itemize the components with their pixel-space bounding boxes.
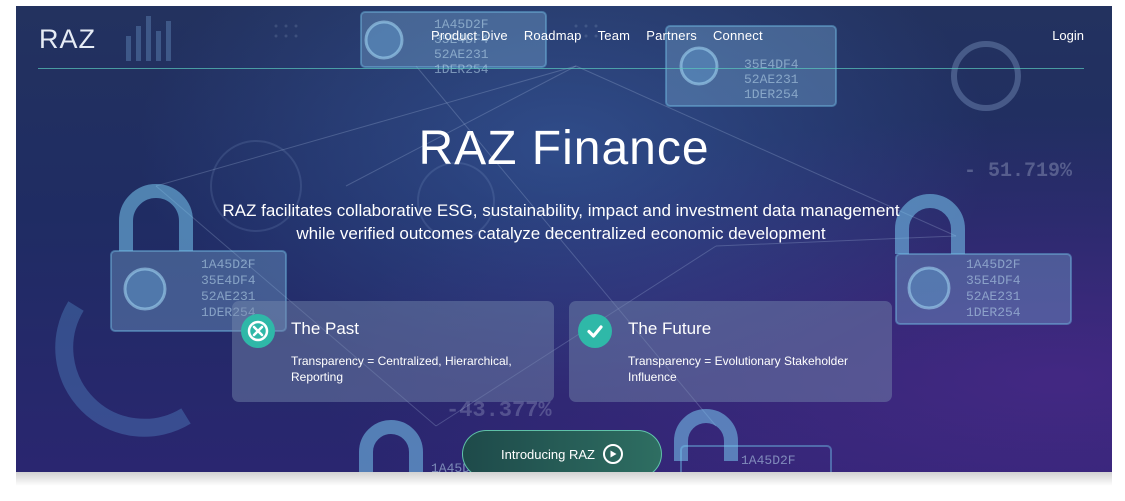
card-text: Transparency = Evolutionary Stakeholder …: [628, 354, 849, 384]
nav-divider: [38, 68, 1084, 69]
svg-text:52AE231: 52AE231: [744, 72, 799, 87]
top-navbar: RAZ Product Dive Roadmap Team Partners C…: [16, 6, 1112, 68]
svg-text:1A45D2F: 1A45D2F: [741, 453, 796, 468]
play-icon: [602, 444, 623, 464]
card-the-future: The Future Transparency = Evolutionary S…: [569, 301, 892, 402]
svg-text:1DER254: 1DER254: [966, 305, 1021, 320]
card-the-past: The Past Transparency = Centralized, Hie…: [232, 301, 554, 402]
banner-shadow: [16, 472, 1112, 486]
card-title: The Past: [291, 319, 360, 338]
x-circle-icon: [241, 314, 275, 348]
svg-text:1A45D2F: 1A45D2F: [201, 257, 256, 272]
card-title: The Future: [628, 319, 712, 338]
nav-link-product-dive[interactable]: Product Dive: [431, 28, 508, 43]
page-title: RAZ Finance: [418, 122, 710, 175]
svg-text:35E4DF4: 35E4DF4: [966, 273, 1021, 288]
nav-link-connect[interactable]: Connect: [713, 28, 763, 43]
svg-text:1A45D2F: 1A45D2F: [966, 257, 1021, 272]
cta-label: Introducing RAZ: [501, 446, 595, 462]
card-text: Transparency = Centralized, Hierarchical…: [291, 354, 512, 384]
nav-link-partners[interactable]: Partners: [646, 28, 697, 43]
check-circle-icon: [578, 314, 612, 348]
nav-link-team[interactable]: Team: [598, 28, 631, 43]
svg-text:35E4DF4: 35E4DF4: [201, 273, 256, 288]
nav-link-roadmap[interactable]: Roadmap: [524, 28, 582, 43]
svg-text:52AE231: 52AE231: [966, 289, 1021, 304]
introducing-raz-button[interactable]: Introducing RAZ: [462, 430, 662, 472]
hero-banner: 1A45D2F 35E4DF4 52AE231 1DER254 35E4DF4 …: [16, 6, 1112, 472]
hero-subtitle: RAZ facilitates collaborative ESG, susta…: [222, 201, 900, 243]
raz-logo[interactable]: RAZ: [39, 24, 96, 55]
svg-text:1DER254: 1DER254: [744, 87, 799, 102]
nav-links: Product Dive Roadmap Team Partners Conne…: [431, 28, 779, 43]
login-link[interactable]: Login: [1052, 28, 1084, 43]
